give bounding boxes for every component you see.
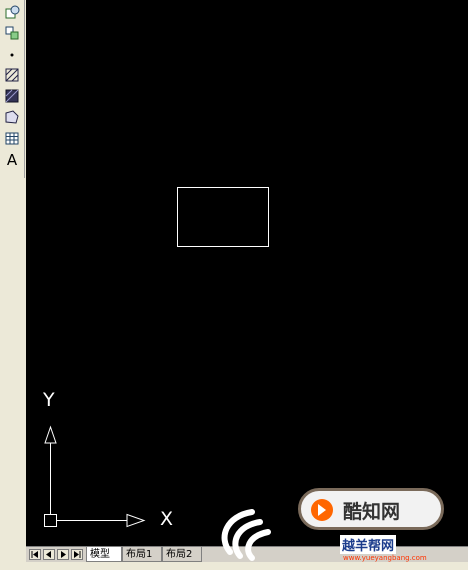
gradient-icon[interactable] [3,87,21,105]
drawn-rectangle[interactable] [177,187,269,247]
watermark-swirl-logo [221,509,271,561]
watermark-url: www.yueyangbang.com [343,554,427,562]
point-icon[interactable] [3,45,21,63]
next-tab-button[interactable] [57,549,69,560]
make-block-icon[interactable] [3,24,21,42]
watermark-site: 越羊帮网 [340,535,397,554]
watermark-logo-icon [311,499,333,521]
region-icon[interactable] [3,108,21,126]
tab-layout2[interactable]: 布局2 [162,547,202,562]
prev-tab-button[interactable] [43,549,55,560]
draw-toolbar: A [0,0,25,178]
tab-layout1[interactable]: 布局1 [122,547,162,562]
hatch-icon[interactable] [3,66,21,84]
table-icon[interactable] [3,129,21,147]
multiline-text-icon[interactable]: A [3,151,21,169]
ucs-x-label: X [160,508,174,530]
insert-block-icon[interactable] [3,3,21,21]
first-tab-button[interactable] [29,549,41,560]
last-tab-button[interactable] [71,549,83,560]
ucs-icon [44,425,146,528]
left-strip [0,178,27,546]
ucs-y-label: Y [43,389,55,411]
watermark-brand: 酷知网 [343,501,401,523]
tab-model[interactable]: 模型 [86,547,122,562]
watermark-badge: 酷知网 [298,488,444,530]
drawing-canvas[interactable]: Y X [26,0,468,546]
